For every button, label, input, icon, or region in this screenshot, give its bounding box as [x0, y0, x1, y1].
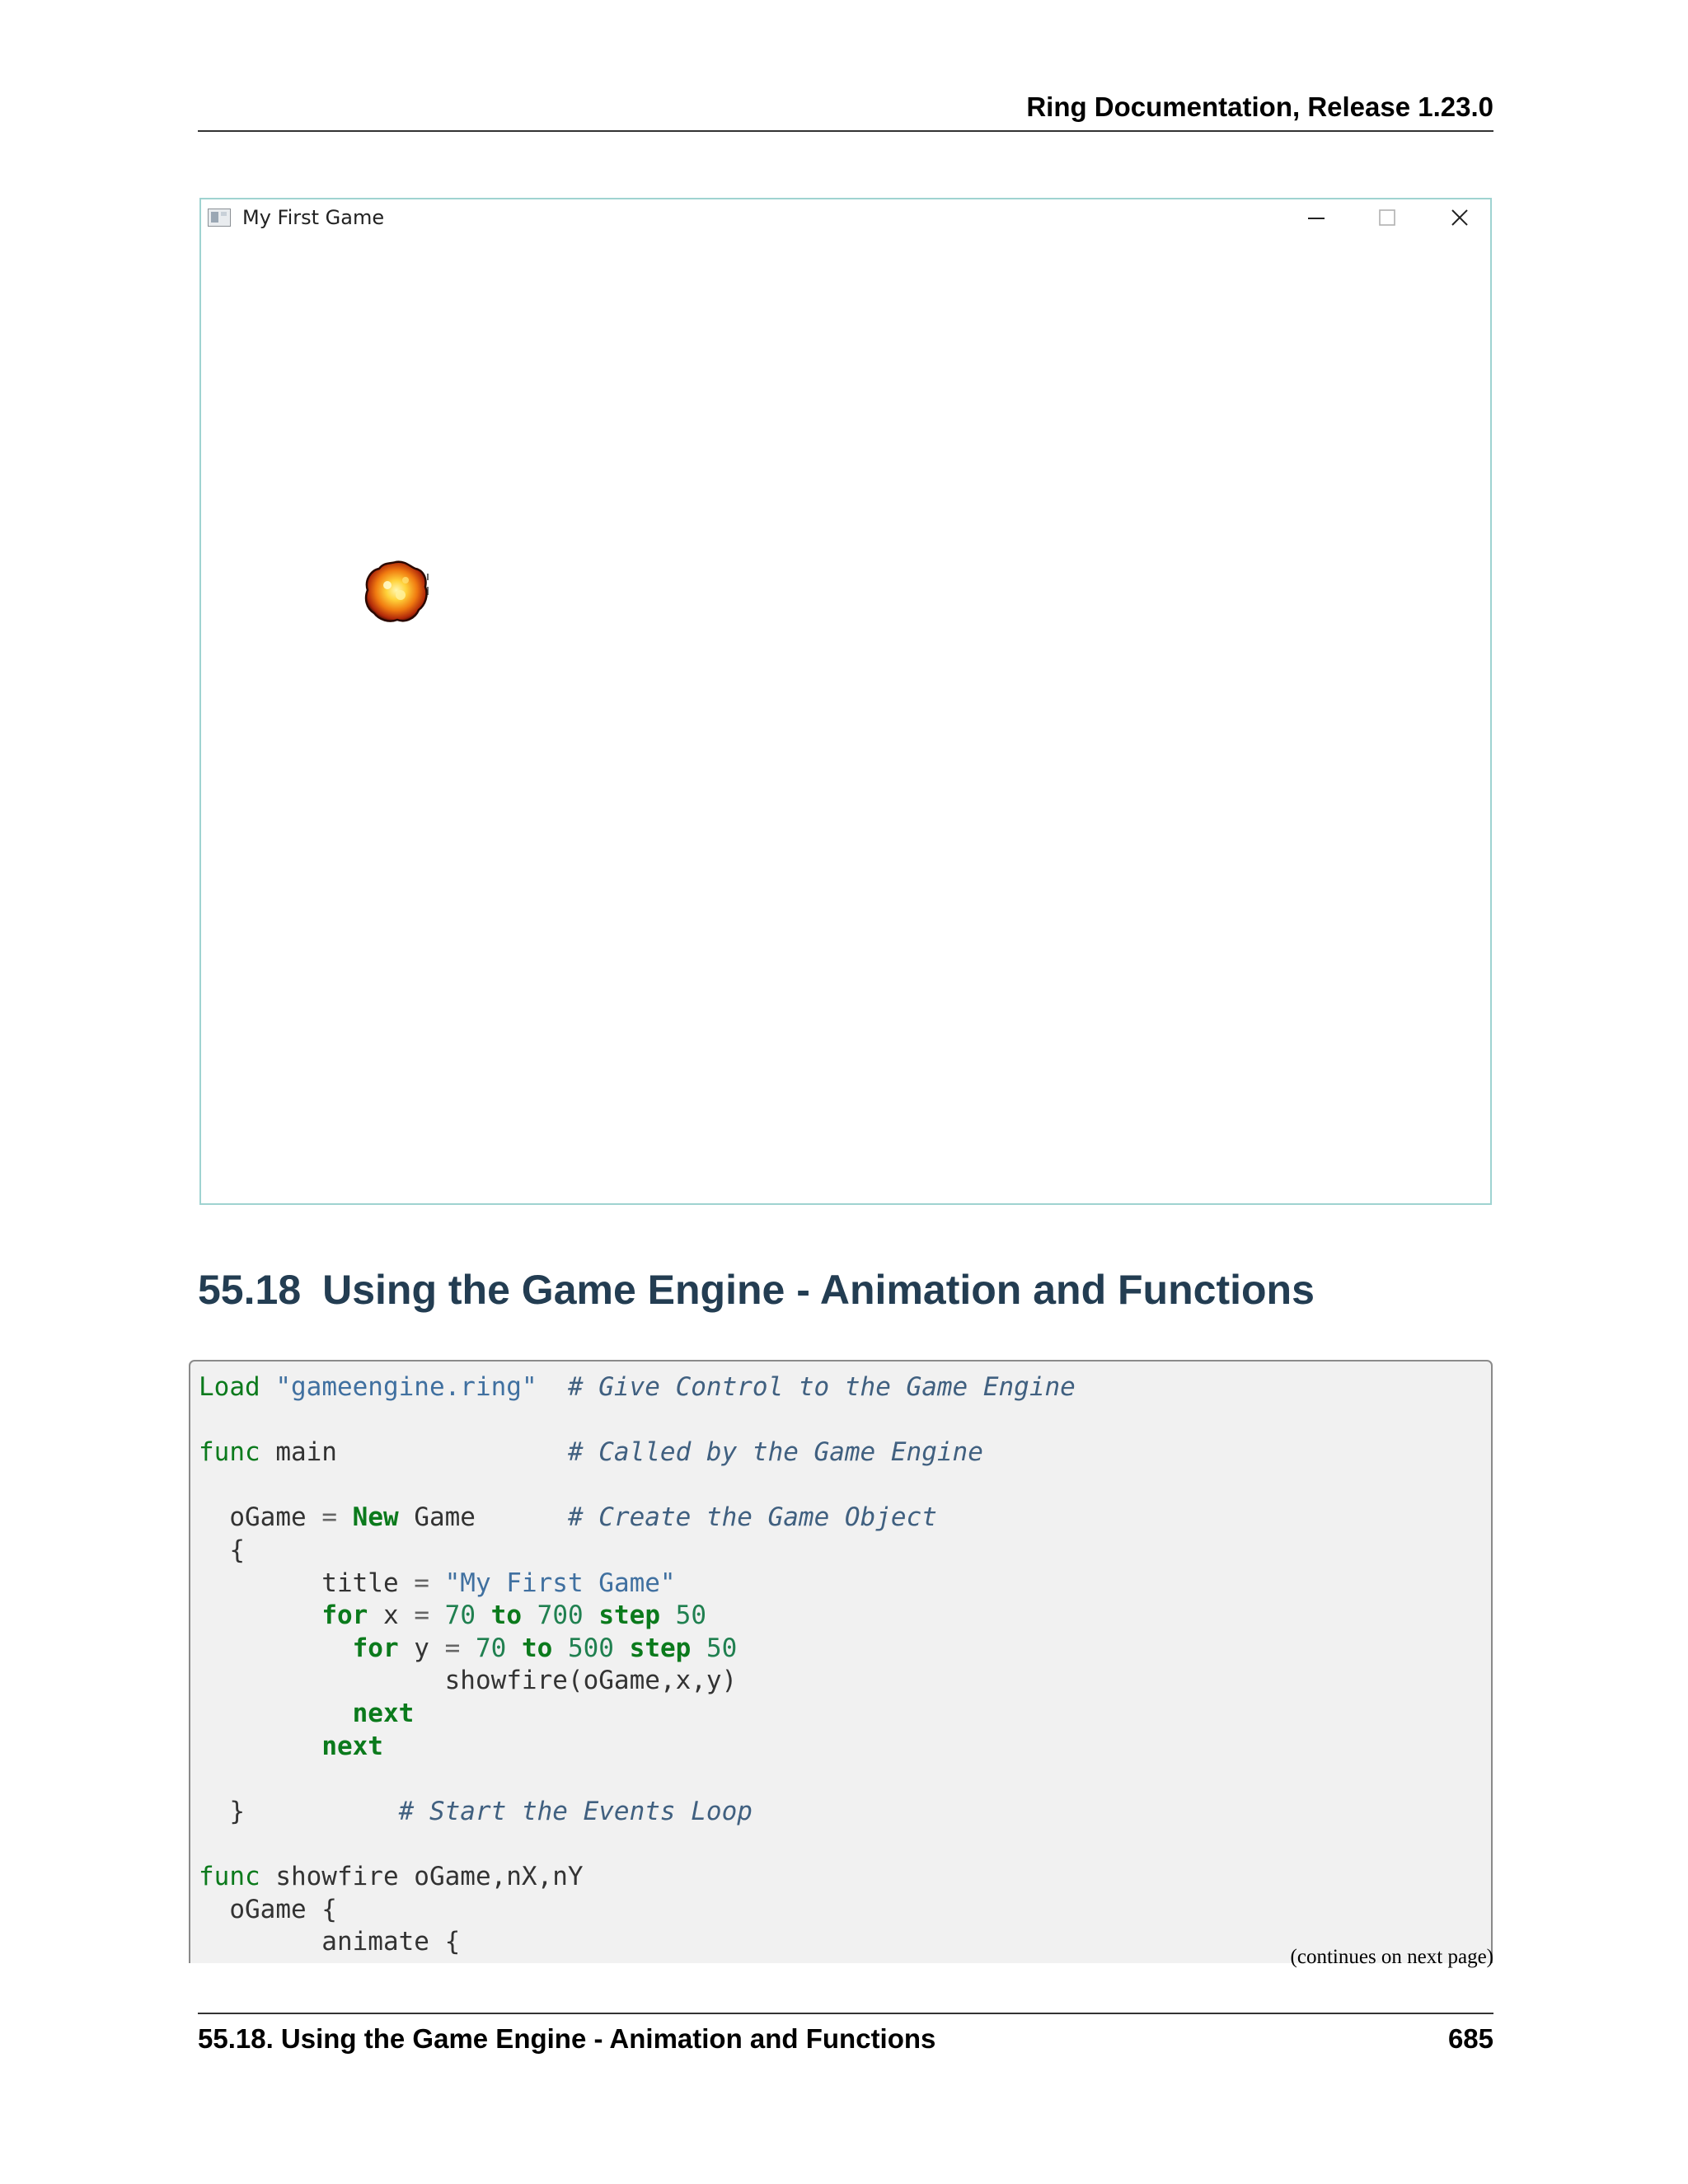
section-number: 55.18 — [198, 1267, 302, 1313]
game-window-screenshot: My First Game — [199, 198, 1492, 1205]
close-button[interactable] — [1431, 199, 1489, 236]
minimize-icon — [1308, 218, 1325, 219]
code-line: } # Start the Events Loop — [199, 1796, 753, 1826]
code-line: oGame { — [199, 1894, 337, 1924]
continuation-note: (continues on next page) — [1290, 1946, 1493, 1968]
fire-explosion-icon — [364, 560, 429, 622]
code-block: Load "gameengine.ring" # Give Control to… — [189, 1360, 1493, 1963]
page-number: 685 — [1447, 2023, 1493, 2054]
close-icon — [1451, 209, 1468, 226]
code-line: animate { — [199, 1927, 461, 1957]
code-line: next — [321, 1731, 383, 1761]
maximize-button[interactable] — [1358, 199, 1416, 236]
code-line: for x = 70 to 700 step 50 — [321, 1601, 706, 1631]
minimize-button[interactable] — [1287, 199, 1345, 236]
code-line: { — [199, 1535, 245, 1565]
running-header: Ring Documentation, Release 1.23.0 — [1026, 91, 1493, 122]
code-line: Load "gameengine.ring" # Give Control to… — [199, 1372, 1076, 1402]
code-line: for y = 70 to 500 step 50 — [352, 1633, 738, 1663]
code-line: oGame = New Game # Create the Game Objec… — [199, 1502, 937, 1533]
code-line: next — [352, 1698, 415, 1728]
app-window-icon — [208, 209, 231, 227]
footer-section: 55.18. Using the Game Engine - Animation… — [198, 2023, 936, 2054]
code-line: func showfire oGame,nX,nY — [199, 1861, 584, 1891]
code-line: func main # Called by the Game Engine — [199, 1437, 983, 1468]
maximize-icon — [1379, 209, 1395, 226]
section-title-text: Using the Game Engine - Animation and Fu… — [322, 1267, 1315, 1313]
window-titlebar: My First Game — [201, 199, 1490, 236]
section-heading: 55.18 Using the Game Engine - Animation a… — [198, 1265, 1315, 1315]
window-title: My First Game — [242, 206, 385, 229]
header-rule — [198, 130, 1493, 132]
code-text: Load "gameengine.ring" # Give Control to… — [199, 1371, 1076, 1959]
footer-rule — [198, 2013, 1493, 2014]
code-line: showfire(oGame,x,y) — [199, 1666, 738, 1696]
code-line: title = "My First Game" — [199, 1568, 676, 1598]
